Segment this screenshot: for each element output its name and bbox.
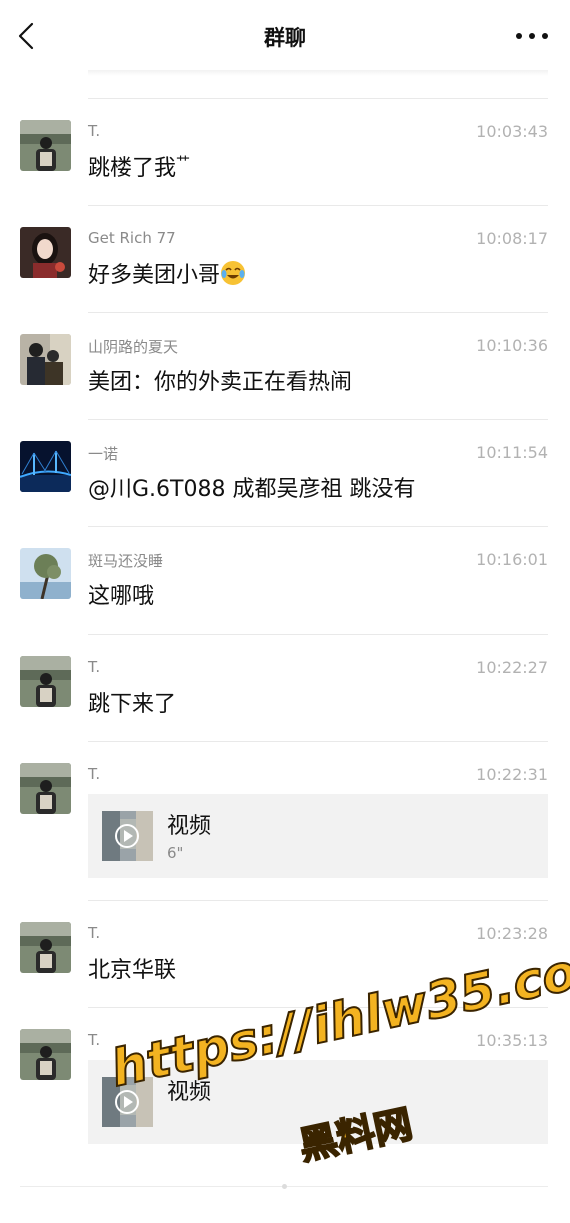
video-thumbnail[interactable] [102,811,153,861]
message-time: 10:08:17 [476,229,548,248]
message-time: 10:11:54 [476,443,548,462]
message-time: 10:03:43 [476,122,548,141]
navigation-bar: 群聊 [0,0,570,74]
avatar[interactable] [20,763,71,814]
message-text: 好多美团小哥 [88,257,246,289]
sender-name: T. [88,924,101,942]
previous-message-edge [88,70,548,76]
video-thumbnail[interactable] [102,1077,153,1127]
message-text: @川G.6T088 成都吴彦祖 跳没有 [88,477,416,502]
message-time: 10:35:13 [476,1031,548,1050]
page-title: 群聊 [264,26,306,50]
message-divider [88,634,548,635]
avatar[interactable] [20,334,71,385]
video-title: 视频 [167,1080,212,1105]
message-text: 北京华联 [88,958,177,983]
message-divider [88,205,548,206]
message-text: 跳下来了 [88,692,177,717]
sender-name: 斑马还没睡 [88,552,164,570]
scroll-indicator [282,1184,287,1189]
more-options-button[interactable] [516,28,548,44]
video-message-card[interactable]: 视频 [88,1060,548,1144]
sender-name: T. [88,658,101,676]
trailing-glyph: 艹 [176,155,190,171]
tears-of-joy-emoji [221,261,246,285]
avatar[interactable] [20,548,71,599]
avatar[interactable] [20,1029,71,1080]
message-time: 10:22:27 [476,658,548,677]
sender-name: T. [88,1031,101,1049]
video-duration: 6" [167,844,184,862]
message-time: 10:22:31 [476,765,548,784]
message-text: 这哪哦 [88,584,155,609]
more-dots-icon [516,33,522,39]
sender-name: 一诺 [88,445,119,463]
avatar[interactable] [20,120,71,171]
message-divider [88,98,548,99]
avatar[interactable] [20,922,71,973]
message-divider [88,526,548,527]
message-time: 10:10:36 [476,336,548,355]
sender-name: Get Rich 77 [88,229,176,247]
sender-name: 山阴路的夏天 [88,338,179,356]
sender-name: T. [88,122,101,140]
video-message-card[interactable]: 视频 6" [88,794,548,878]
message-text: 美团：你的外卖正在看热闹 [88,370,353,395]
message-divider [88,419,548,420]
avatar[interactable] [20,227,71,278]
message-time: 10:23:28 [476,924,548,943]
video-title: 视频 [167,814,212,839]
message-time: 10:16:01 [476,550,548,569]
avatar[interactable] [20,656,71,707]
message-divider [88,1007,548,1008]
message-divider [88,741,548,742]
message-divider [88,312,548,313]
sender-name: T. [88,765,101,783]
message-text: 跳楼了我艹 [88,150,190,182]
message-divider [88,900,548,901]
avatar[interactable] [20,441,71,492]
